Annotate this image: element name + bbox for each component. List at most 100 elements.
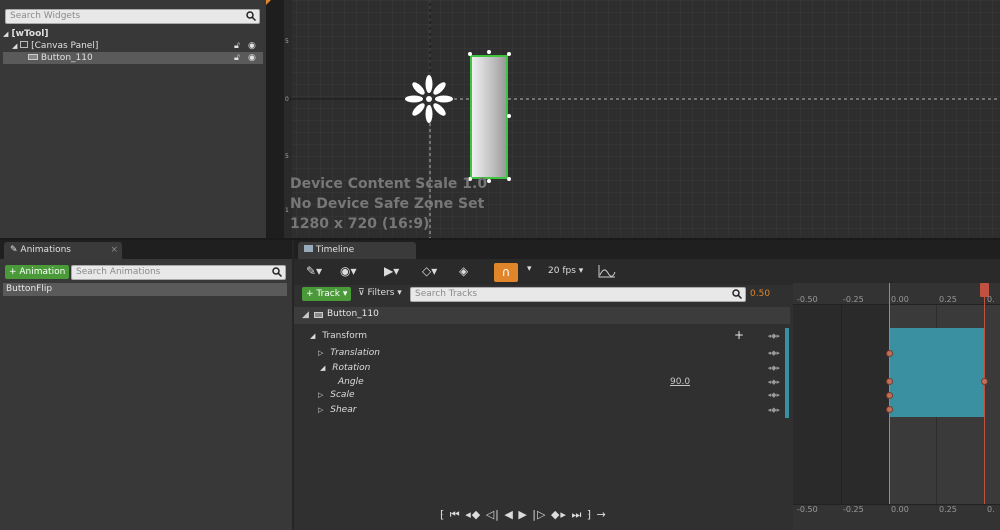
eye-icon[interactable]: ◉	[248, 52, 256, 64]
key-nav-icons[interactable]: ◂◆▸	[768, 375, 780, 389]
fps-dropdown[interactable]: 20 fps ▾	[548, 266, 583, 276]
eye-icon[interactable]: ◉	[248, 40, 256, 52]
resize-handle[interactable]	[507, 114, 511, 118]
key-nav-icons[interactable]: ◂◆▸	[768, 329, 780, 343]
key-nav-icons[interactable]: ◂◆▸	[768, 403, 780, 417]
prev-key-icon[interactable]: ◂◆	[465, 508, 481, 521]
button-label: Button_110	[40, 53, 93, 63]
resize-handle[interactable]	[507, 52, 511, 56]
tree-root-label: [wTool]	[11, 29, 49, 39]
next-key-icon[interactable]: ◆▸	[551, 508, 567, 521]
keyframe[interactable]	[981, 378, 988, 385]
animation-item-buttonflip[interactable]: ButtonFlip	[3, 283, 287, 296]
track-row-widget[interactable]: ◢ Button_110	[294, 307, 790, 324]
tree-item-canvas-panel[interactable]: ◢ [Canvas Panel] 🔓︎ ◉	[12, 40, 266, 52]
timeline-icon	[304, 245, 313, 252]
expand-arrow-icon[interactable]: ◢	[310, 332, 315, 340]
resize-handle[interactable]	[468, 52, 472, 56]
resize-handle[interactable]	[507, 177, 511, 181]
key-nav-icons[interactable]: ◂◆▸	[768, 361, 780, 375]
curve-editor-icon[interactable]	[598, 264, 616, 278]
button-widget-icon	[28, 54, 38, 60]
snap-magnet-icon[interactable]: ∩	[494, 263, 518, 282]
pivot-icon[interactable]	[404, 74, 454, 124]
search-tracks-input[interactable]: Search Tracks	[410, 287, 746, 302]
expand-arrow-icon[interactable]: ◢	[302, 310, 309, 320]
tab-animations[interactable]: ✎ Animations ×	[4, 242, 122, 259]
tree-root-wtool[interactable]: ◢ [wTool]	[3, 28, 48, 40]
search-animations-input[interactable]: Search Animations	[71, 265, 286, 280]
add-track-label: + Track	[306, 289, 340, 299]
timeline-toolbar: ✎▾ ◉▾ ▶▾ ◇▾ ◈ ∩ ▾ 20 fps ▾	[294, 259, 1000, 285]
step-forward-icon[interactable]: |▷	[532, 508, 546, 521]
ruler-tick-label: -0.25	[843, 505, 864, 514]
add-animation-button[interactable]: + Animation	[5, 265, 70, 279]
add-key-plus-icon[interactable]: +	[734, 328, 744, 342]
play-options-icon[interactable]: ▶▾	[384, 264, 399, 278]
track-row-translation[interactable]: ▷ Translation ◂◆▸	[294, 346, 786, 360]
track-row-angle[interactable]: Angle 90.0 ◂◆▸	[294, 375, 786, 389]
timeline-tabbar: Timeline	[294, 240, 1000, 259]
ruler-tick-label: 0.00	[891, 505, 909, 514]
search-animations-placeholder: Search Animations	[76, 267, 161, 277]
track-row-scale[interactable]: ▷ Scale ◂◆▸	[294, 388, 786, 402]
collapse-arrow-icon[interactable]: ▷	[318, 406, 323, 414]
tab-timeline[interactable]: Timeline	[298, 242, 416, 259]
angle-value-field[interactable]: 90.0	[670, 375, 690, 389]
keyframe[interactable]	[886, 392, 893, 399]
key-nav-icons[interactable]: ◂◆▸	[768, 388, 780, 402]
button-widget-icon	[314, 312, 323, 318]
ruler-tick-label: -0.50	[797, 505, 818, 514]
key-nav-icons[interactable]: ◂◆▸	[768, 346, 780, 360]
transform-section-block[interactable]	[889, 328, 984, 417]
playhead-line[interactable]	[984, 283, 985, 530]
current-time-readout[interactable]: 0.50	[750, 289, 770, 299]
play-reverse-icon[interactable]: ◀	[504, 508, 513, 521]
expand-arrow-icon[interactable]: ◢	[3, 30, 8, 38]
panel-splitter[interactable]	[266, 0, 284, 238]
collapse-arrow-icon[interactable]: ▷	[318, 349, 323, 357]
jump-to-start-icon[interactable]: ⏮	[450, 508, 461, 521]
search-icon[interactable]	[732, 289, 742, 299]
track-row-shear[interactable]: ▷ Shear ◂◆▸	[294, 403, 786, 417]
search-widgets-input[interactable]: Search Widgets	[5, 9, 260, 24]
tree-item-button[interactable]: Button_110 🔓︎ ◉	[3, 52, 263, 64]
filters-button[interactable]: ⊽ Filters ▾	[358, 288, 402, 298]
snap-dropdown-icon[interactable]: ▾	[527, 264, 532, 274]
expand-arrow-icon[interactable]: ◢	[320, 364, 325, 372]
jump-to-end-icon[interactable]: ⏭	[571, 508, 582, 521]
button-widget-preview[interactable]	[470, 55, 508, 179]
designer-canvas[interactable]: 5 0 5 1 Device Content Scale 1.0 No Devi…	[284, 0, 1000, 238]
keyframe[interactable]	[886, 350, 893, 357]
auto-key-icon[interactable]: ◈	[459, 264, 468, 278]
view-icon[interactable]: ◉▾	[340, 264, 357, 278]
keyframe[interactable]	[886, 378, 893, 385]
track-row-transform[interactable]: ◢ Transform + ◂◆▸	[294, 328, 786, 343]
loop-icon[interactable]: →	[597, 508, 607, 521]
key-options-icon[interactable]: ◇▾	[422, 264, 437, 278]
ruler-tick-label: 0.	[987, 505, 995, 514]
resize-handle[interactable]	[487, 50, 491, 54]
search-icon[interactable]	[246, 11, 256, 21]
device-scale-text: Device Content Scale 1.0	[290, 176, 488, 192]
step-back-icon[interactable]: ◁|	[486, 508, 500, 521]
add-track-button[interactable]: + Track ▾	[302, 287, 352, 301]
resize-handle[interactable]	[487, 179, 491, 183]
close-icon[interactable]: ×	[110, 242, 118, 259]
lock-icon[interactable]: 🔓︎	[234, 52, 240, 64]
keyframe[interactable]	[886, 406, 893, 413]
play-icon[interactable]: ▶	[518, 508, 527, 521]
track-row-rotation[interactable]: ◢ Rotation ◂◆▸	[294, 361, 786, 375]
fps-label: 20 fps	[548, 266, 576, 276]
search-icon[interactable]	[272, 267, 282, 277]
expand-arrow-icon[interactable]: ◢	[12, 42, 17, 50]
ruler-tick-label: 0.25	[939, 295, 957, 304]
tools-icon[interactable]: ✎▾	[306, 264, 322, 278]
track-area[interactable]: -0.50 -0.25 0.00 0.25 0. -0.50 -0.25 0.0…	[793, 283, 1000, 530]
lock-icon[interactable]: 🔓︎	[234, 40, 240, 52]
set-end-icon[interactable]: ⁆	[587, 508, 592, 521]
playhead-handle[interactable]	[980, 283, 989, 297]
set-start-icon[interactable]: ⁅	[440, 508, 445, 521]
collapse-arrow-icon[interactable]: ▷	[318, 391, 323, 399]
ruler-label: 5	[285, 153, 289, 160]
